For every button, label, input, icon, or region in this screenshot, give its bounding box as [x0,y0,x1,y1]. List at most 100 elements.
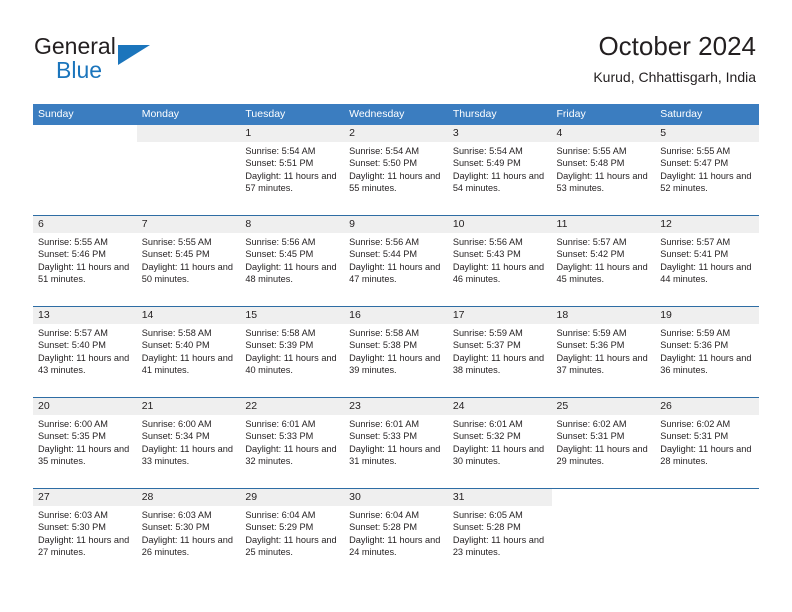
sunset-text: Sunset: 5:45 PM [245,249,314,260]
day-number [33,125,137,142]
daylight-text: Daylight: 11 hours and 36 minutes. [660,352,752,375]
sunrise-text: Sunrise: 6:00 AM [38,419,108,429]
calendar-day-cell[interactable]: 18 Sunrise: 5:59 AM Sunset: 5:36 PM Dayligh… [551,307,656,396]
calendar-day-cell[interactable]: 25 Sunrise: 6:02 AM Sunset: 5:31 PM Dayligh… [551,398,656,487]
calendar-day-cell[interactable]: 12 Sunrise: 5:57 AM Sunset: 5:41 PM Dayligh… [655,216,759,305]
calendar-day-cell[interactable]: 29 Sunrise: 6:04 AM Sunset: 5:29 PM Dayligh… [240,489,345,578]
day-number: 25 [551,398,656,415]
day-number: 21 [136,398,241,415]
sunset-text: Sunset: 5:29 PM [245,522,314,533]
calendar-week-row: 13 Sunrise: 5:57 AM Sunset: 5:40 PM Dayligh… [33,306,759,397]
sunrise-text: Sunrise: 6:03 AM [141,510,212,520]
day-number: 5 [655,125,759,142]
calendar-day-cell[interactable]: 19 Sunrise: 5:59 AM Sunset: 5:36 PM Dayligh… [655,307,759,396]
calendar-day-cell[interactable]: 28 Sunrise: 6:03 AM Sunset: 5:30 PM Dayligh… [136,489,241,578]
daylight-text: Daylight: 11 hours and 50 minutes. [141,261,233,284]
calendar-day-cell[interactable]: 7 Sunrise: 5:55 AM Sunset: 5:45 PM Daylight… [136,216,241,305]
sunset-text: Sunset: 5:45 PM [141,249,210,260]
sunset-text: Sunset: 5:49 PM [452,158,521,169]
calendar-day-cell[interactable]: 10 Sunrise: 5:56 AM Sunset: 5:43 PM Dayligh… [447,216,552,305]
calendar-day-cell[interactable]: 8 Sunrise: 5:56 AM Sunset: 5:45 PM Daylight… [240,216,345,305]
day-number: 4 [551,125,656,142]
day-number: 6 [33,216,137,233]
sunrise-text: Sunrise: 6:04 AM [349,510,420,520]
calendar-day-cell[interactable]: 13 Sunrise: 5:57 AM Sunset: 5:40 PM Dayligh… [33,307,137,396]
sunrise-text: Sunrise: 6:02 AM [556,419,627,429]
day-number: 11 [551,216,656,233]
sunset-text: Sunset: 5:35 PM [38,431,106,442]
day-details: Sunrise: 6:04 AM Sunset: 5:28 PM Daylight:… [344,506,448,558]
day-number: 9 [344,216,448,233]
day-details: Sunrise: 6:01 AM Sunset: 5:33 PM Daylight:… [240,415,344,467]
daylight-text: Daylight: 11 hours and 27 minutes. [38,534,130,557]
calendar-day-cell[interactable]: 31 Sunrise: 6:05 AM Sunset: 5:28 PM Dayligh… [447,489,552,578]
daylight-text: Daylight: 11 hours and 26 minutes. [141,534,233,557]
day-details: Sunrise: 6:03 AM Sunset: 5:30 PM Daylight:… [137,506,241,558]
page-title: October 2024 [598,31,756,61]
day-details: Sunrise: 5:55 AM Sunset: 5:46 PM Daylight:… [33,233,137,285]
weekday-header-monday: Monday [141,108,180,120]
day-details: Sunrise: 5:54 AM Sunset: 5:50 PM Daylight:… [344,142,448,194]
brand-logo[interactable]: General Blue [34,33,244,89]
sunset-text: Sunset: 5:44 PM [349,249,418,260]
day-details: Sunrise: 5:55 AM Sunset: 5:48 PM Daylight:… [552,142,656,194]
calendar-day-cell[interactable]: 5 Sunrise: 5:55 AM Sunset: 5:47 PM Daylight… [655,125,759,214]
calendar-day-cell[interactable]: 22 Sunrise: 6:01 AM Sunset: 5:33 PM Dayligh… [240,398,345,487]
calendar-day-cell[interactable]: 4 Sunrise: 5:55 AM Sunset: 5:48 PM Daylight… [551,125,656,214]
weekday-header-row: Sunday Monday Tuesday Wednesday Thursday Frid… [33,104,759,125]
day-details: Sunrise: 5:59 AM Sunset: 5:36 PM Daylight:… [552,324,656,376]
daylight-text: Daylight: 11 hours and 55 minutes. [349,170,441,193]
calendar-day-cell[interactable]: 15 Sunrise: 5:58 AM Sunset: 5:39 PM Dayligh… [240,307,345,396]
day-details: Sunrise: 5:57 AM Sunset: 5:42 PM Daylight:… [552,233,656,285]
calendar-day-cell[interactable]: 14 Sunrise: 5:58 AM Sunset: 5:40 PM Dayligh… [136,307,241,396]
sunset-text: Sunset: 5:36 PM [660,340,729,351]
sunset-text: Sunset: 5:28 PM [452,522,521,533]
day-details: Sunrise: 5:57 AM Sunset: 5:40 PM Daylight:… [33,324,137,376]
calendar-day-cell[interactable]: 20 Sunrise: 6:00 AM Sunset: 5:35 PM Dayligh… [33,398,137,487]
calendar-day-cell[interactable]: 3 Sunrise: 5:54 AM Sunset: 5:49 PM Daylight… [447,125,552,214]
weekday-header-friday: Friday [556,108,586,120]
sunset-text: Sunset: 5:41 PM [660,249,729,260]
sunset-text: Sunset: 5:30 PM [141,522,210,533]
calendar-week-row: 20 Sunrise: 6:00 AM Sunset: 5:35 PM Dayligh… [33,397,759,488]
weekday-header-tuesday: Tuesday [245,108,286,120]
calendar-day-cell[interactable]: 1 Sunrise: 5:54 AM Sunset: 5:51 PM Daylight… [240,125,345,214]
calendar-day-cell[interactable]: 6 Sunrise: 5:55 AM Sunset: 5:46 PM Daylight… [33,216,137,305]
sunrise-text: Sunrise: 5:57 AM [556,237,627,247]
day-number: 29 [240,489,345,506]
day-number: 14 [136,307,241,324]
sunrise-text: Sunrise: 5:57 AM [38,328,108,338]
sunset-text: Sunset: 5:34 PM [141,431,210,442]
day-number: 17 [447,307,552,324]
day-details: Sunrise: 5:56 AM Sunset: 5:44 PM Daylight:… [344,233,448,285]
calendar-day-cell[interactable]: 2 Sunrise: 5:54 AM Sunset: 5:50 PM Daylight… [344,125,448,214]
sunset-text: Sunset: 5:47 PM [660,158,729,169]
calendar-day-cell[interactable]: 30 Sunrise: 6:04 AM Sunset: 5:28 PM Dayligh… [344,489,448,578]
day-details: Sunrise: 5:56 AM Sunset: 5:43 PM Daylight:… [448,233,552,285]
sunrise-text: Sunrise: 5:56 AM [452,237,523,247]
calendar-day-cell[interactable]: 16 Sunrise: 5:58 AM Sunset: 5:38 PM Dayligh… [344,307,448,396]
page-header: General Blue October 2024 Kurud, Chhatti… [0,0,792,100]
sunset-text: Sunset: 5:33 PM [245,431,314,442]
sunset-text: Sunset: 5:31 PM [660,431,729,442]
calendar-day-cell[interactable]: 27 Sunrise: 6:03 AM Sunset: 5:30 PM Dayligh… [33,489,137,578]
calendar-day-cell[interactable]: 23 Sunrise: 6:01 AM Sunset: 5:33 PM Dayligh… [344,398,448,487]
day-details: Sunrise: 6:02 AM Sunset: 5:31 PM Daylight:… [655,415,759,467]
day-number [552,489,656,506]
sunrise-text: Sunrise: 5:58 AM [349,328,420,338]
day-number: 24 [447,398,552,415]
calendar-day-cell[interactable]: 24 Sunrise: 6:01 AM Sunset: 5:32 PM Dayligh… [447,398,552,487]
calendar-day-cell[interactable]: 26 Sunrise: 6:02 AM Sunset: 5:31 PM Dayligh… [655,398,759,487]
calendar-day-cell[interactable]: 21 Sunrise: 6:00 AM Sunset: 5:34 PM Dayligh… [136,398,241,487]
daylight-text: Daylight: 11 hours and 44 minutes. [660,261,752,284]
daylight-text: Daylight: 11 hours and 31 minutes. [349,443,441,466]
sunset-text: Sunset: 5:39 PM [245,340,314,351]
day-number: 7 [136,216,241,233]
calendar-day-cell[interactable]: 11 Sunrise: 5:57 AM Sunset: 5:42 PM Dayligh… [551,216,656,305]
daylight-text: Daylight: 11 hours and 38 minutes. [452,352,545,375]
calendar-day-cell[interactable]: 9 Sunrise: 5:56 AM Sunset: 5:44 PM Daylight… [344,216,448,305]
sunset-text: Sunset: 5:37 PM [452,340,521,351]
sunset-text: Sunset: 5:51 PM [245,158,314,169]
calendar-day-cell[interactable]: 17 Sunrise: 5:59 AM Sunset: 5:37 PM Dayligh… [447,307,552,396]
sunrise-text: Sunrise: 5:55 AM [141,237,212,247]
